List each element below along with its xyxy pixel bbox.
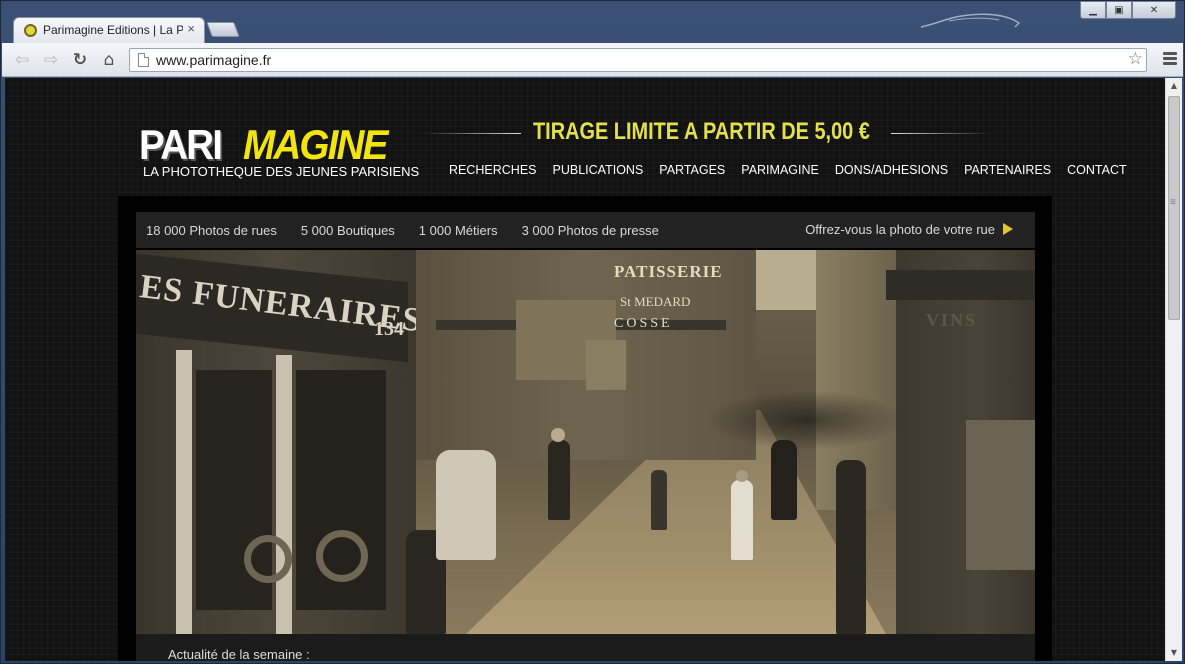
close-window-button[interactable]: ✕: [1132, 1, 1176, 19]
sign-cosse: COSSE: [614, 316, 673, 331]
tab-close-icon[interactable]: ×: [187, 21, 195, 36]
nav-parimagine[interactable]: PARIMAGINE: [733, 163, 827, 177]
stat-photos-presse[interactable]: 3 000 Photos de presse: [522, 223, 659, 238]
nav-recherches[interactable]: RECHERCHES: [441, 163, 545, 177]
back-arrow-icon[interactable]: ⇦: [11, 49, 33, 71]
window-controls: ▁ ▣ ✕: [1080, 1, 1176, 19]
logo-pari: PARI: [139, 121, 223, 168]
news-caption-text: Actualité de la semaine :: [168, 647, 310, 661]
maximize-button[interactable]: ▣: [1106, 1, 1132, 19]
main-navigation: RECHERCHES PUBLICATIONS PARTAGES PARIMAG…: [441, 163, 1135, 177]
stat-boutiques[interactable]: 5 000 Boutiques: [301, 223, 395, 238]
scroll-up-icon[interactable]: ▲: [1166, 78, 1182, 94]
car-logo-icon: [920, 13, 1021, 28]
tab-title: Parimagine Editions | La P: [43, 23, 183, 37]
favicon-icon: [24, 24, 37, 37]
nav-dons-adhesions[interactable]: DONS/ADHESIONS: [827, 163, 956, 177]
forward-arrow-icon[interactable]: ⇨: [40, 49, 62, 71]
new-tab-button[interactable]: [206, 22, 240, 37]
stat-metiers[interactable]: 1 000 Métiers: [419, 223, 498, 238]
sign-vins: VINS: [926, 310, 978, 330]
browser-toolbar: ⇦ ⇨ ↻ ⌂ www.parimagine.fr ☆: [2, 43, 1183, 77]
menu-icon[interactable]: [1163, 52, 1177, 67]
url-text[interactable]: www.parimagine.fr: [156, 52, 271, 68]
scroll-down-icon[interactable]: ▼: [1166, 645, 1182, 661]
web-page: PARI MAGINE LA PHOTOTHEQUE DES JEUNES PA…: [5, 78, 1165, 661]
arrow-right-icon[interactable]: [1003, 223, 1013, 235]
page-icon: [138, 53, 149, 67]
browser-tab[interactable]: Parimagine Editions | La P ×: [13, 17, 205, 43]
stats-bar: 18 000 Photos de rues 5 000 Boutiques 1 …: [136, 212, 1035, 248]
nav-partages[interactable]: PARTAGES: [651, 163, 733, 177]
promo-divider-right: [891, 133, 991, 134]
hero-photo[interactable]: ES FUNERAIRES 134 PATISSERIE St MEDARD C…: [136, 250, 1035, 634]
nav-partenaires[interactable]: PARTENAIRES: [956, 163, 1059, 177]
promo-banner: TIRAGE LIMITE A PARTIR DE 5,00 €: [421, 118, 991, 146]
logo-magine: MAGINE: [243, 121, 388, 168]
bookmark-star-icon[interactable]: ☆: [1128, 49, 1143, 69]
sign-patisserie: PATISSERIE: [614, 262, 723, 281]
scroll-thumb[interactable]: [1168, 96, 1180, 320]
minimize-button[interactable]: ▁: [1080, 1, 1106, 19]
sign-medard: St MEDARD: [620, 294, 691, 309]
sign-number: 134: [374, 318, 404, 340]
browser-window: ▁ ▣ ✕ Parimagine Editions | La P × ⇦ ⇨ ↻…: [0, 0, 1185, 664]
promo-text: TIRAGE LIMITE A PARTIR DE 5,00 €: [533, 118, 870, 145]
offer-link[interactable]: Offrez-vous la photo de votre rue: [805, 222, 995, 237]
nav-publications[interactable]: PUBLICATIONS: [545, 163, 652, 177]
home-icon[interactable]: ⌂: [98, 49, 120, 71]
promo-divider-left: [421, 133, 521, 134]
main-content: 18 000 Photos de rues 5 000 Boutiques 1 …: [118, 196, 1052, 661]
stat-photos-rues[interactable]: 18 000 Photos de rues: [146, 223, 277, 238]
reload-icon[interactable]: ↻: [69, 49, 91, 71]
address-bar[interactable]: www.parimagine.fr ☆: [129, 48, 1147, 72]
logo-subtitle: LA PHOTOTHEQUE DES JEUNES PARISIENS: [143, 164, 420, 179]
nav-contact[interactable]: CONTACT: [1059, 163, 1135, 177]
news-caption: Actualité de la semaine :: [136, 634, 1035, 661]
page-scrollbar[interactable]: ▲ ▼: [1165, 78, 1182, 661]
